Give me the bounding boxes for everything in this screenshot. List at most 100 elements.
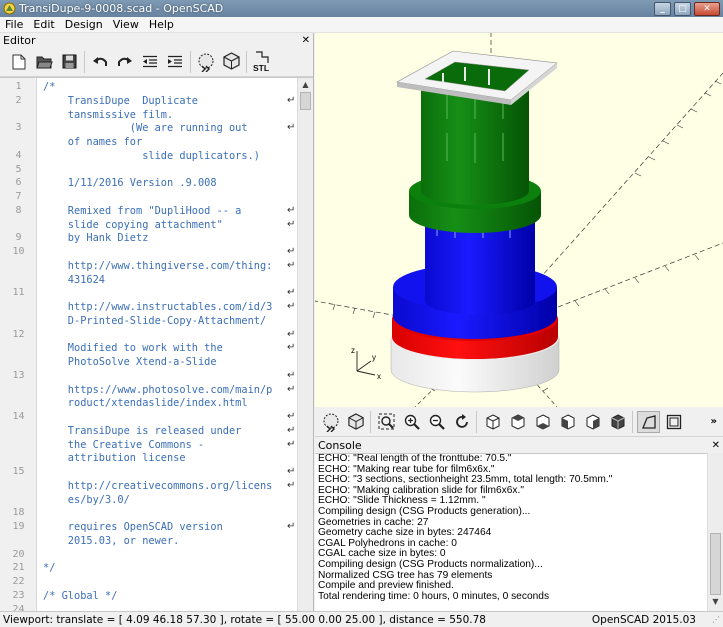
- render-button[interactable]: [220, 51, 242, 73]
- code-line: PhotoSolve Xtend-a-Slide: [43, 356, 217, 368]
- wrap-marker-icon: ↵: [287, 424, 296, 436]
- new-file-button[interactable]: [8, 51, 30, 73]
- line-number-gutter: 1 2 3 4 5 6 7 8 9 10 11 12 13 14 15 18 19 20 21 22 23 24: [0, 78, 37, 611]
- console-line: Compiling design (CSG Products normaliza…: [318, 558, 543, 570]
- zoom-in-icon: [404, 414, 420, 430]
- code-line: attribution license: [43, 452, 186, 465]
- code-line: slide copying attachment": [43, 218, 223, 231]
- orthogonal-icon: [666, 414, 681, 429]
- console-scroll-thumb[interactable]: [710, 533, 721, 595]
- preview-button[interactable]: [319, 411, 342, 433]
- console-close-icon[interactable]: ✕: [712, 440, 720, 451]
- console-output[interactable]: ECHO: "Real length of the fronttube: 70.…: [315, 453, 707, 611]
- preview-icon: [198, 53, 214, 72]
- minimize-button[interactable]: _: [654, 1, 671, 16]
- code-line: /* Global */: [43, 589, 118, 602]
- redo-button[interactable]: [114, 51, 136, 73]
- scroll-down-icon[interactable]: ▼: [708, 597, 723, 606]
- menu-design[interactable]: Design: [60, 18, 108, 31]
- menu-edit[interactable]: Edit: [28, 18, 59, 31]
- wrap-marker-icon: ↵: [287, 411, 296, 422]
- window-title: TransiDupe-9-0008.scad - OpenSCAD: [19, 2, 224, 15]
- 3d-viewport[interactable]: z y x: [315, 33, 723, 407]
- wrap-marker-icon: ↵: [287, 328, 296, 340]
- zoom-in-button[interactable]: [400, 411, 423, 433]
- code-line: http://www.instructables.com/id/3: [43, 301, 273, 313]
- menu-help[interactable]: Help: [144, 18, 179, 31]
- wrap-marker-icon: ↵: [287, 466, 296, 477]
- close-button[interactable]: ✕: [694, 1, 720, 16]
- wrap-marker-icon: ↵: [287, 287, 296, 299]
- menu-view[interactable]: View: [108, 18, 144, 31]
- view-back-icon: [611, 413, 624, 430]
- line-number: 19: [12, 521, 25, 532]
- undo-button[interactable]: [89, 51, 111, 73]
- view-all-button[interactable]: [375, 411, 398, 433]
- zoom-out-icon: [429, 414, 445, 430]
- code-line: TransiDupe is released under: [43, 424, 242, 437]
- line-number: 7: [15, 191, 22, 202]
- unindent-button[interactable]: [139, 51, 161, 73]
- unindent-icon: [143, 55, 157, 68]
- render-button[interactable]: [344, 411, 367, 433]
- console-scrollbar[interactable]: ▼: [707, 453, 723, 611]
- line-number: 9: [15, 232, 22, 244]
- menu-file[interactable]: File: [0, 18, 28, 31]
- code-line: of names for: [43, 136, 143, 148]
- line-number: 11: [12, 287, 25, 299]
- code-line: es/by/3.0/: [43, 493, 130, 506]
- zoom-out-button[interactable]: [425, 411, 448, 433]
- code-line: by Hank Dietz: [43, 232, 149, 245]
- maximize-icon: □: [678, 3, 687, 14]
- editor-close-icon[interactable]: ✕: [302, 35, 310, 46]
- line-number: 18: [12, 507, 25, 519]
- indent-button[interactable]: [164, 51, 186, 73]
- maximize-button[interactable]: □: [674, 1, 691, 16]
- wrap-marker-icon: ↵: [287, 122, 296, 134]
- console-header: Console ✕: [315, 437, 723, 453]
- toolbar-separator: [246, 50, 247, 73]
- wrap-marker-icon: ↵: [287, 204, 296, 216]
- line-number: 3: [15, 122, 22, 134]
- toolbar-separator: [84, 50, 85, 73]
- perspective-button[interactable]: [637, 410, 660, 433]
- code-line: (We are running out: [43, 122, 248, 135]
- view-left-button[interactable]: [556, 411, 579, 433]
- view-front-button[interactable]: [481, 411, 504, 433]
- editor-scroll-thumb[interactable]: [300, 92, 311, 110]
- line-number: 20: [12, 548, 25, 560]
- code-line: https://www.photosolve.com/main/p: [43, 383, 273, 396]
- reset-view-button[interactable]: [450, 411, 473, 433]
- preview-button[interactable]: [195, 51, 217, 73]
- render-icon: [222, 52, 240, 70]
- resize-grip-icon[interactable]: ⋰: [712, 615, 720, 624]
- view-bottom-button[interactable]: [531, 411, 554, 433]
- code-editor[interactable]: 1 2 3 4 5 6 7 8 9 10 11 12 13 14 15 18 19 20 21 22 23 24 /* T…: [0, 77, 313, 611]
- close-icon: ✕: [703, 3, 711, 14]
- view-toolbar: »: [315, 407, 723, 437]
- redo-icon: [118, 56, 132, 66]
- code-line: 1/11/2016 Version .9.008: [43, 177, 217, 190]
- view-back-button[interactable]: [606, 411, 629, 433]
- view-top-button[interactable]: [506, 411, 529, 433]
- line-number: 2: [15, 94, 22, 106]
- wrap-marker-icon: ↵: [287, 479, 296, 491]
- orthogonal-button[interactable]: [662, 411, 685, 433]
- wrap-marker-icon: ↵: [287, 218, 296, 230]
- minimize-icon: _: [660, 3, 665, 14]
- editor-header: Editor ✕: [0, 33, 313, 47]
- wrap-marker-icon: ↵: [287, 246, 296, 257]
- toolbar-overflow-icon[interactable]: »: [711, 416, 717, 427]
- export-stl-button[interactable]: STL: [251, 50, 273, 73]
- save-file-button[interactable]: [58, 51, 80, 73]
- status-bar: Viewport: translate = [ 4.09 46.18 57.30…: [0, 611, 723, 627]
- code-line: TransiDupe Duplicate: [43, 94, 198, 107]
- code-line: http://creativecommons.org/licens: [43, 479, 273, 492]
- view-right-button[interactable]: [581, 411, 604, 433]
- editor-scrollbar[interactable]: ▲: [297, 78, 313, 611]
- code-line: */: [43, 562, 56, 575]
- toolbar-separator: [190, 50, 191, 73]
- open-file-button[interactable]: [33, 51, 55, 73]
- scroll-up-icon[interactable]: ▲: [298, 78, 313, 92]
- view-left-icon: [561, 413, 574, 430]
